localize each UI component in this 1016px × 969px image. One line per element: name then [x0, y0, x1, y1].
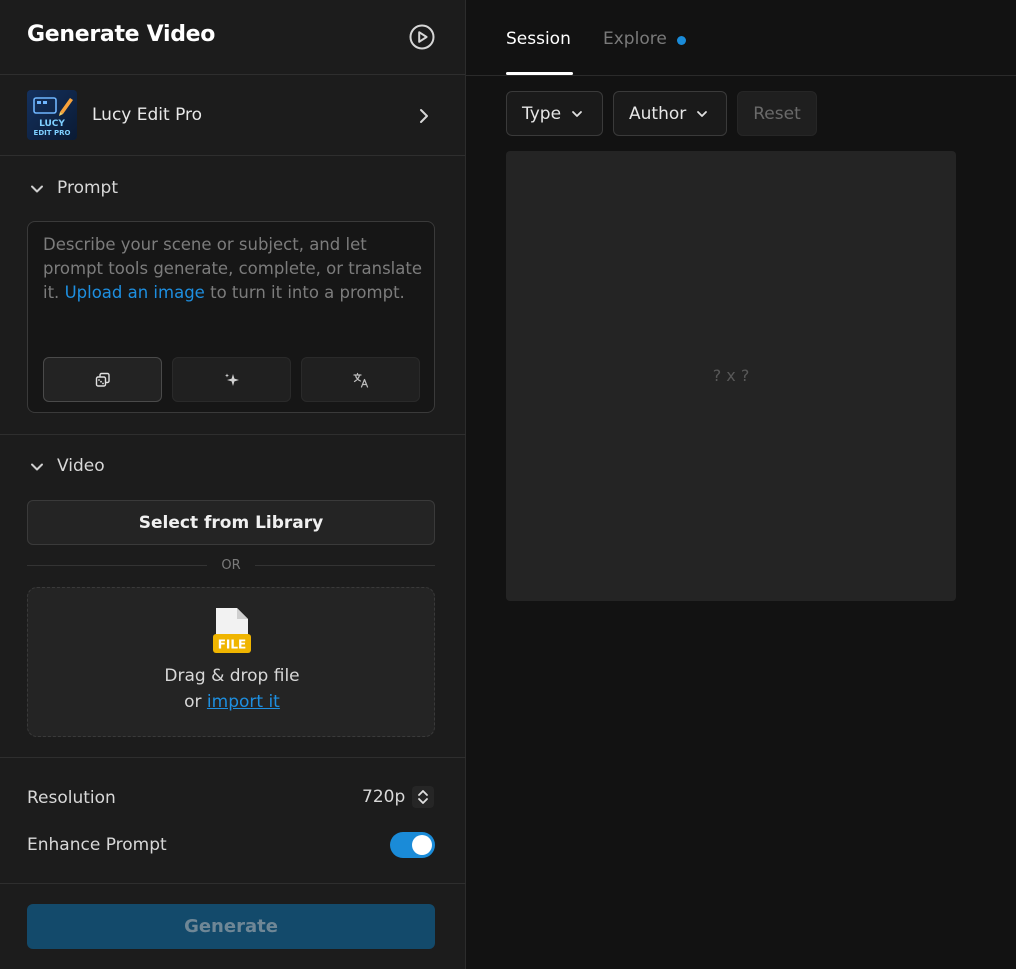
- type-filter-label: Type: [522, 103, 562, 124]
- section-divider: [0, 883, 466, 884]
- prompt-input[interactable]: Describe your scene or subject, and let …: [27, 221, 435, 413]
- upload-image-link[interactable]: Upload an image: [65, 283, 205, 302]
- file-icon: FILE: [213, 608, 251, 653]
- import-line: or import it: [28, 692, 436, 712]
- active-tab-indicator: [506, 72, 573, 75]
- resolution-stepper[interactable]: [412, 786, 434, 808]
- page-title: Generate Video: [27, 22, 216, 47]
- prompt-section-label: Prompt: [57, 178, 118, 198]
- toggle-knob: [412, 835, 432, 855]
- random-prompt-button[interactable]: [43, 357, 162, 402]
- tab-explore[interactable]: Explore: [603, 29, 667, 49]
- model-name: Lucy Edit Pro: [92, 105, 203, 125]
- sparkle-icon: [224, 373, 239, 386]
- enhance-prompt-button[interactable]: [172, 357, 291, 402]
- author-filter-dropdown[interactable]: Author: [613, 91, 727, 136]
- model-thumbnail: LUCY EDIT PRO: [27, 90, 77, 140]
- svg-text:LUCY: LUCY: [39, 119, 65, 129]
- import-link[interactable]: import it: [207, 692, 280, 712]
- svg-text:FILE: FILE: [218, 638, 247, 652]
- chevron-down-icon: [697, 110, 708, 117]
- select-from-library-button[interactable]: Select from Library: [27, 500, 435, 545]
- generate-button[interactable]: Generate: [27, 904, 435, 949]
- chevron-down-icon: [31, 185, 43, 193]
- resolution-label: Resolution: [27, 788, 116, 808]
- chevron-up-down-icon: [418, 790, 428, 804]
- generate-panel: Generate Video LUCY EDIT PRO Lucy Edit P…: [0, 0, 466, 969]
- enhance-prompt-toggle[interactable]: [390, 832, 435, 858]
- chevron-down-icon: [572, 110, 582, 117]
- or-prefix: or: [184, 692, 202, 712]
- video-section-label: Video: [57, 456, 105, 476]
- preview-dimensions: ? x ?: [712, 366, 750, 385]
- video-section-toggle[interactable]: Video: [0, 436, 466, 496]
- enhance-prompt-label: Enhance Prompt: [27, 835, 167, 855]
- notification-dot: [677, 36, 686, 45]
- reset-filters-button[interactable]: Reset: [737, 91, 817, 136]
- prompt-section-toggle[interactable]: Prompt: [0, 157, 466, 217]
- author-filter-label: Author: [629, 103, 687, 124]
- dice-icon: [95, 372, 110, 387]
- file-drop-zone[interactable]: FILE Drag & drop file or import it: [27, 587, 435, 737]
- panel-header: Generate Video: [0, 0, 465, 75]
- results-panel: Session Explore Type Author Reset ? x ?: [466, 0, 1016, 969]
- section-divider: [0, 434, 466, 435]
- translate-prompt-button[interactable]: [301, 357, 420, 402]
- type-filter-dropdown[interactable]: Type: [506, 91, 603, 136]
- play-circle-icon[interactable]: [409, 24, 435, 50]
- svg-text:EDIT PRO: EDIT PRO: [34, 129, 71, 137]
- drop-text: Drag & drop file: [164, 666, 300, 686]
- prompt-placeholder: Describe your scene or subject, and let …: [43, 233, 423, 305]
- tab-bar: Session Explore: [466, 0, 1016, 76]
- model-selector[interactable]: LUCY EDIT PRO Lucy Edit Pro: [0, 75, 465, 156]
- prompt-placeholder-text-end: to turn it into a prompt.: [210, 283, 405, 302]
- section-divider: [0, 757, 466, 758]
- or-separator: OR: [27, 557, 435, 575]
- chevron-right-icon: [420, 109, 428, 123]
- translate-icon: [352, 372, 368, 388]
- chevron-down-icon: [31, 463, 43, 471]
- or-line-right: [255, 565, 435, 566]
- tab-session[interactable]: Session: [506, 29, 571, 49]
- resolution-value[interactable]: 720p: [362, 787, 405, 807]
- model-logo-image: LUCY EDIT PRO: [27, 90, 77, 140]
- video-preview[interactable]: ? x ?: [506, 151, 956, 601]
